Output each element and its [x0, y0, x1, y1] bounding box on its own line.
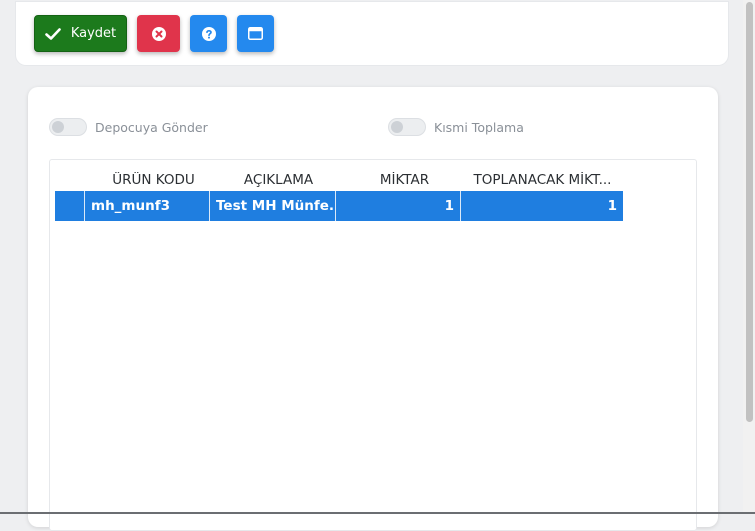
kismi-toplama-label: Kısmi Toplama [434, 119, 524, 135]
scrollbar-thumb[interactable] [746, 2, 753, 422]
column-header-toplanacak-miktar[interactable]: TOPLANACAK MİKT... [462, 172, 623, 188]
row-selector-cell[interactable] [55, 191, 84, 221]
window-icon [248, 27, 263, 40]
column-header-urun-kodu[interactable]: ÜRÜN KODU [86, 172, 221, 188]
kismi-toplama-toggle[interactable]: Kısmi Toplama [388, 118, 524, 136]
help-button[interactable] [190, 15, 227, 52]
kismi-toplama-switch[interactable] [388, 118, 426, 136]
depocuya-gonder-toggle[interactable]: Depocuya Gönder [49, 118, 208, 136]
switch-knob [391, 121, 403, 133]
column-header-aciklama[interactable]: AÇIKLAMA [211, 172, 346, 188]
depocuya-gonder-switch[interactable] [49, 118, 87, 136]
switch-knob [52, 121, 64, 133]
save-button-label: Kaydet [70, 26, 117, 41]
cell-toplanacak-miktar[interactable]: 1 [460, 191, 623, 221]
table-row[interactable]: mh_munf3 Test MH Münfe... 1 1 [55, 191, 623, 221]
window-button[interactable] [237, 15, 274, 52]
items-grid: ÜRÜN KODU AÇIKLAMA MİKTAR TOPLANACAK MİK… [49, 159, 697, 531]
column-header-miktar[interactable]: MİKTAR [337, 172, 472, 188]
main-panel: Depocuya Gönder Kısmi Toplama ÜRÜN KODU … [28, 87, 718, 531]
save-button[interactable]: Kaydet [34, 15, 127, 52]
cell-urun-kodu[interactable]: mh_munf3 [84, 191, 209, 221]
close-circle-icon [151, 26, 166, 41]
check-icon [45, 27, 61, 40]
toolbar: Kaydet [16, 2, 728, 65]
cancel-button[interactable] [137, 15, 180, 52]
cell-miktar[interactable]: 1 [335, 191, 460, 221]
help-circle-icon [201, 26, 216, 41]
depocuya-gonder-label: Depocuya Gönder [95, 119, 208, 135]
cell-aciklama[interactable]: Test MH Münfe... [209, 191, 335, 221]
page-scrollbar[interactable] [743, 0, 755, 514]
